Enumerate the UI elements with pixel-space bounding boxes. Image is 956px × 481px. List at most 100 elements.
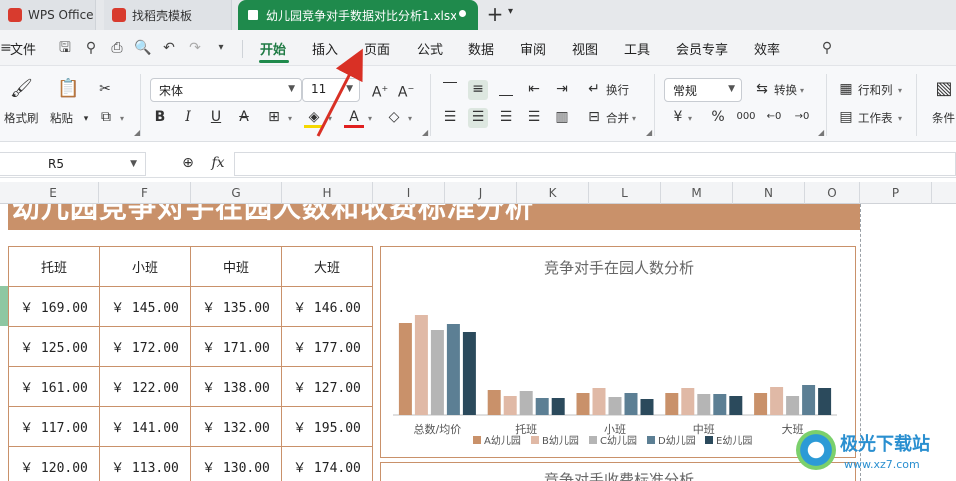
bar-C幼儿园-托班[interactable] [519, 391, 533, 415]
save-icon[interactable]: 🖫 [56, 39, 74, 57]
copy-chevron-icon[interactable]: ▾ [120, 114, 124, 123]
bar-D幼儿园-大班[interactable] [802, 385, 816, 415]
menu-member[interactable]: 会员专享 [676, 39, 728, 58]
bar-A幼儿园-中班[interactable] [665, 393, 679, 415]
bar-E幼儿园-中班[interactable] [729, 396, 743, 415]
table-cell[interactable]: ￥ 146.00 [281, 286, 373, 327]
table-cell[interactable]: ￥ 169.00 [8, 286, 100, 327]
bar-A幼儿园-大班[interactable] [754, 393, 768, 415]
paste-label[interactable]: 粘贴 [50, 110, 73, 126]
table-cell[interactable]: ￥ 117.00 [8, 406, 100, 447]
print-icon[interactable]: ⎙ [108, 39, 126, 57]
quick-access-chevron-icon[interactable]: ▾ [212, 39, 230, 57]
bar-E幼儿园-总数/均价[interactable] [462, 332, 476, 415]
bar-E幼儿园-小班[interactable] [640, 399, 654, 415]
worksheet-chevron-icon[interactable]: ▾ [898, 114, 902, 123]
rows-cols-icon[interactable]: ▦ [836, 80, 856, 100]
conditional-format-icon[interactable]: ▧ [934, 80, 954, 100]
align-middle-icon[interactable]: ≡ [468, 80, 488, 100]
bar-B幼儿园-中班[interactable] [681, 388, 695, 415]
table-cell[interactable]: ￥ 125.00 [8, 326, 100, 367]
print-preview-icon[interactable]: 🔍 [134, 39, 152, 57]
paste-icon[interactable]: 📋 [57, 80, 79, 100]
clear-chevron-icon[interactable]: ▾ [408, 114, 412, 123]
justify-icon[interactable]: ☰ [524, 108, 544, 128]
column-header-i[interactable]: I [373, 182, 445, 204]
name-box[interactable]: R5 ▼ [0, 152, 146, 176]
decrease-font-icon[interactable]: A− [396, 80, 416, 101]
table-header-cell[interactable]: 大班 [281, 246, 373, 287]
rows-cols-chevron-icon[interactable]: ▾ [898, 86, 902, 95]
increase-indent-icon[interactable]: ⇥ [552, 80, 572, 100]
table-cell[interactable]: ￥ 113.00 [99, 446, 191, 481]
bar-C幼儿园-总数/均价[interactable] [430, 330, 444, 415]
find-icon[interactable]: ⚲ [82, 39, 100, 57]
menu-formula[interactable]: 公式 [417, 39, 443, 58]
table-cell[interactable]: ￥ 135.00 [190, 286, 282, 327]
tab-list-chevron-icon[interactable]: ▾ [508, 6, 513, 17]
table-cell[interactable]: ￥ 130.00 [190, 446, 282, 481]
worksheet-label[interactable]: 工作表 [858, 110, 893, 126]
italic-icon[interactable]: I [178, 108, 198, 128]
bar-D幼儿园-总数/均价[interactable] [446, 324, 460, 415]
fee-chart[interactable]: 竞争对手收费标准分析 [380, 462, 856, 481]
align-left-icon[interactable]: ☰ [440, 108, 460, 128]
alignment-dialog-launcher-icon[interactable]: ◢ [646, 128, 652, 137]
strikethrough-icon[interactable]: A [234, 108, 254, 128]
worksheet-icon[interactable]: ▤ [836, 108, 856, 128]
column-header-g[interactable]: G [191, 182, 282, 204]
table-cell[interactable]: ￥ 127.00 [281, 366, 373, 407]
new-tab-button[interactable]: + [484, 3, 506, 25]
column-header-p[interactable]: P [860, 182, 932, 204]
enrollment-chart[interactable]: 竞争对手在园人数分析 总数/均价 托班 小班 中班 大班 A幼儿园 B幼儿园 C幼儿园 D幼儿园… [380, 246, 856, 458]
column-header-l[interactable]: L [589, 182, 661, 204]
table-cell[interactable]: ￥ 122.00 [99, 366, 191, 407]
menu-tools[interactable]: 工具 [624, 39, 650, 58]
convert-icon[interactable]: ⇆ [752, 80, 772, 100]
increase-font-icon[interactable]: A+ [370, 80, 390, 101]
paste-chevron-icon[interactable]: ▾ [76, 110, 96, 130]
align-center-icon[interactable]: ☰ [468, 108, 488, 128]
bar-A幼儿园-总数/均价[interactable] [398, 323, 412, 415]
bar-B幼儿园-大班[interactable] [770, 387, 784, 415]
bar-E幼儿园-托班[interactable] [551, 398, 565, 415]
convert-chevron-icon[interactable]: ▾ [800, 86, 804, 95]
table-cell[interactable]: ￥ 145.00 [99, 286, 191, 327]
zoom-icon[interactable]: ⊕ [178, 154, 198, 174]
distributed-icon[interactable]: ▥ [552, 108, 572, 128]
increase-decimal-icon[interactable]: ←0 [764, 108, 784, 128]
underline-icon[interactable]: U [206, 108, 226, 128]
bar-D幼儿园-小班[interactable] [624, 393, 638, 415]
table-cell[interactable]: ￥ 171.00 [190, 326, 282, 367]
fill-color-icon[interactable]: ◈ [304, 108, 324, 128]
bar-E幼儿园-大班[interactable] [818, 388, 832, 415]
menu-home[interactable]: 开始 [260, 39, 286, 58]
clear-format-icon[interactable]: ◇ [384, 108, 404, 128]
table-cell[interactable]: ￥ 120.00 [8, 446, 100, 481]
bar-D幼儿园-托班[interactable] [535, 398, 549, 415]
bar-C幼儿园-小班[interactable] [608, 397, 622, 415]
convert-label[interactable]: 转换 [774, 82, 797, 98]
menu-insert[interactable]: 插入 [312, 39, 338, 58]
wrap-text-icon[interactable]: ↵ [584, 80, 604, 100]
format-painter-icon[interactable]: 🖌 [10, 80, 33, 100]
menu-file[interactable]: 文件 [10, 39, 36, 58]
tab-template[interactable]: 找稻壳模板 [104, 0, 232, 30]
banner-title[interactable]: 幼儿园竞争对手在园人数和收费标准分析 [8, 204, 860, 230]
font-size-select[interactable]: 11 ▼ [302, 78, 360, 102]
percent-icon[interactable]: % [708, 108, 728, 128]
font-dialog-launcher-icon[interactable]: ◢ [422, 128, 428, 137]
formula-input[interactable] [234, 152, 956, 176]
thousands-separator-icon[interactable]: 000 [736, 108, 756, 128]
number-format-select[interactable]: 常规 ▼ [664, 78, 742, 102]
bar-D幼儿园-中班[interactable] [713, 394, 727, 415]
bar-C幼儿园-中班[interactable] [697, 394, 711, 415]
column-header-e[interactable]: E [8, 182, 99, 204]
menu-view[interactable]: 视图 [572, 39, 598, 58]
merge-chevron-icon[interactable]: ▾ [632, 114, 636, 123]
column-header-f[interactable]: F [99, 182, 191, 204]
menu-review[interactable]: 审阅 [520, 39, 546, 58]
bar-C幼儿园-大班[interactable] [786, 396, 800, 415]
table-cell[interactable]: ￥ 177.00 [281, 326, 373, 367]
tab-active-workbook[interactable]: 幼儿园竞争对手数据对比分析1.xlsx [238, 0, 478, 30]
